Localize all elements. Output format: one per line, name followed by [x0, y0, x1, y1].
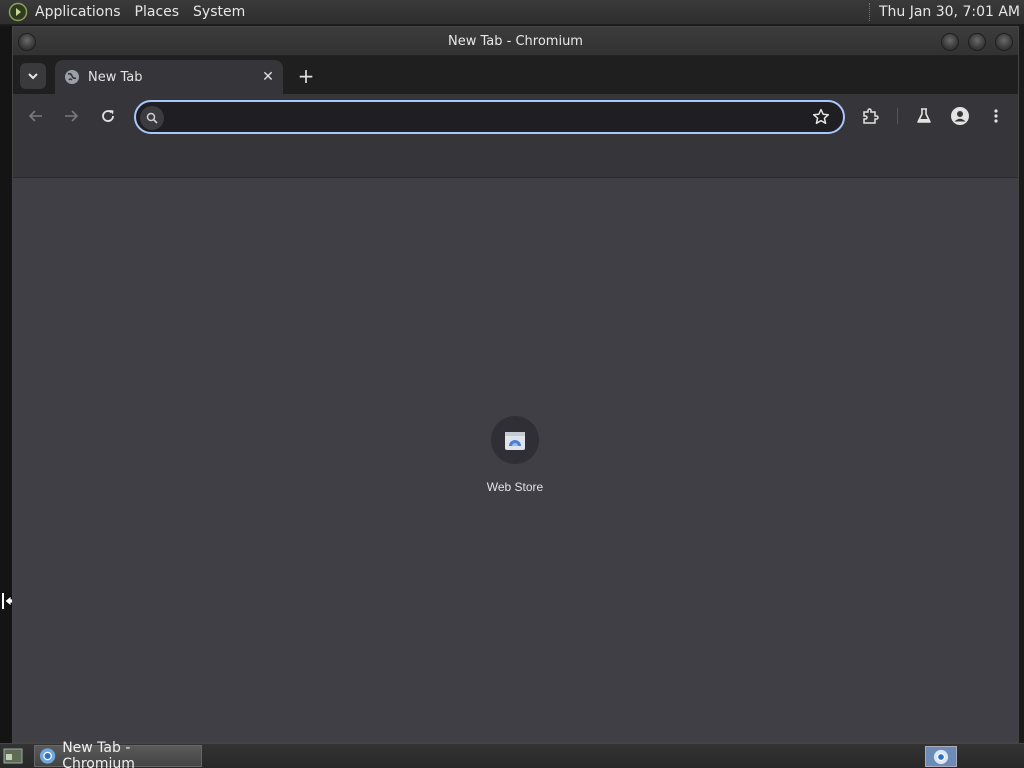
web-store-icon [505, 432, 525, 450]
top-panel: Applications Places System Thu Jan 30, 7… [0, 0, 1024, 25]
menu-system[interactable]: System [186, 0, 252, 25]
window-titlebar[interactable]: New Tab - Chromium [13, 27, 1018, 56]
address-input[interactable] [170, 104, 770, 130]
tab-search-button[interactable] [20, 63, 46, 89]
taskbar-item-chromium[interactable]: New Tab - Chromium [34, 740, 202, 768]
arrow-right-icon [65, 110, 79, 122]
bookmark-star-icon[interactable] [811, 107, 831, 127]
desktop-background [0, 26, 12, 743]
menu-button[interactable] [982, 102, 1010, 130]
toolbar [13, 94, 1018, 138]
shortcut-label: Web Store [486, 480, 544, 494]
tab-label: New Tab [88, 69, 143, 85]
more-vertical-icon [994, 109, 998, 123]
tab-strip: New Tab ✕ + [13, 56, 1018, 94]
clock[interactable]: Thu Jan 30, 7:01 AM [879, 4, 1020, 20]
tab-close-button[interactable]: ✕ [259, 68, 277, 86]
shortcut-tile[interactable] [491, 416, 539, 464]
window-menu-button[interactable] [18, 33, 36, 51]
chromium-icon [39, 748, 56, 764]
show-desktop-icon[interactable] [2, 746, 24, 766]
browser-window: New Tab - Chromium New Tab ✕ + Web Store [12, 26, 1019, 743]
window-title: New Tab - Chromium [448, 33, 583, 49]
taskbar-item-label: New Tab - Chromium [62, 740, 135, 768]
panel-separator [868, 3, 871, 21]
close-window-button[interactable] [995, 33, 1013, 51]
reload-button[interactable] [94, 102, 122, 130]
menu-places[interactable]: Places [128, 0, 187, 25]
maximize-button[interactable] [968, 33, 986, 51]
flask-icon [917, 108, 931, 123]
new-tab-page: Web Store [13, 178, 1018, 742]
chevron-down-icon [28, 73, 38, 80]
menu-applications[interactable]: Applications [28, 0, 128, 25]
globe-icon [65, 70, 79, 84]
panel-menu-bar: Applications Places System [0, 0, 252, 24]
omnibox[interactable] [134, 100, 845, 134]
search-icon [140, 106, 164, 130]
puzzle-icon [863, 108, 879, 124]
workspace-switcher[interactable] [925, 746, 957, 767]
extensions-button[interactable] [856, 102, 884, 130]
avatar-icon [951, 107, 969, 125]
applications-logo-icon[interactable] [8, 2, 28, 22]
tab-new-tab[interactable]: New Tab ✕ [55, 60, 283, 94]
bottom-panel: New Tab - Chromium [0, 740, 1024, 768]
profile-button[interactable] [946, 102, 974, 130]
toolbar-divider [897, 108, 898, 124]
clock-area: Thu Jan 30, 7:01 AM [868, 0, 1024, 24]
back-button[interactable] [22, 102, 50, 130]
arrow-left-icon [28, 110, 42, 122]
forward-button[interactable] [57, 102, 85, 130]
chromium-icon [933, 749, 949, 764]
new-tab-button[interactable]: + [294, 64, 318, 88]
minimize-button[interactable] [941, 33, 959, 51]
bookmarks-bar [13, 138, 1018, 178]
labs-button[interactable] [910, 102, 938, 130]
shortcut-web-store[interactable]: Web Store [475, 416, 555, 494]
reload-icon [102, 110, 114, 122]
